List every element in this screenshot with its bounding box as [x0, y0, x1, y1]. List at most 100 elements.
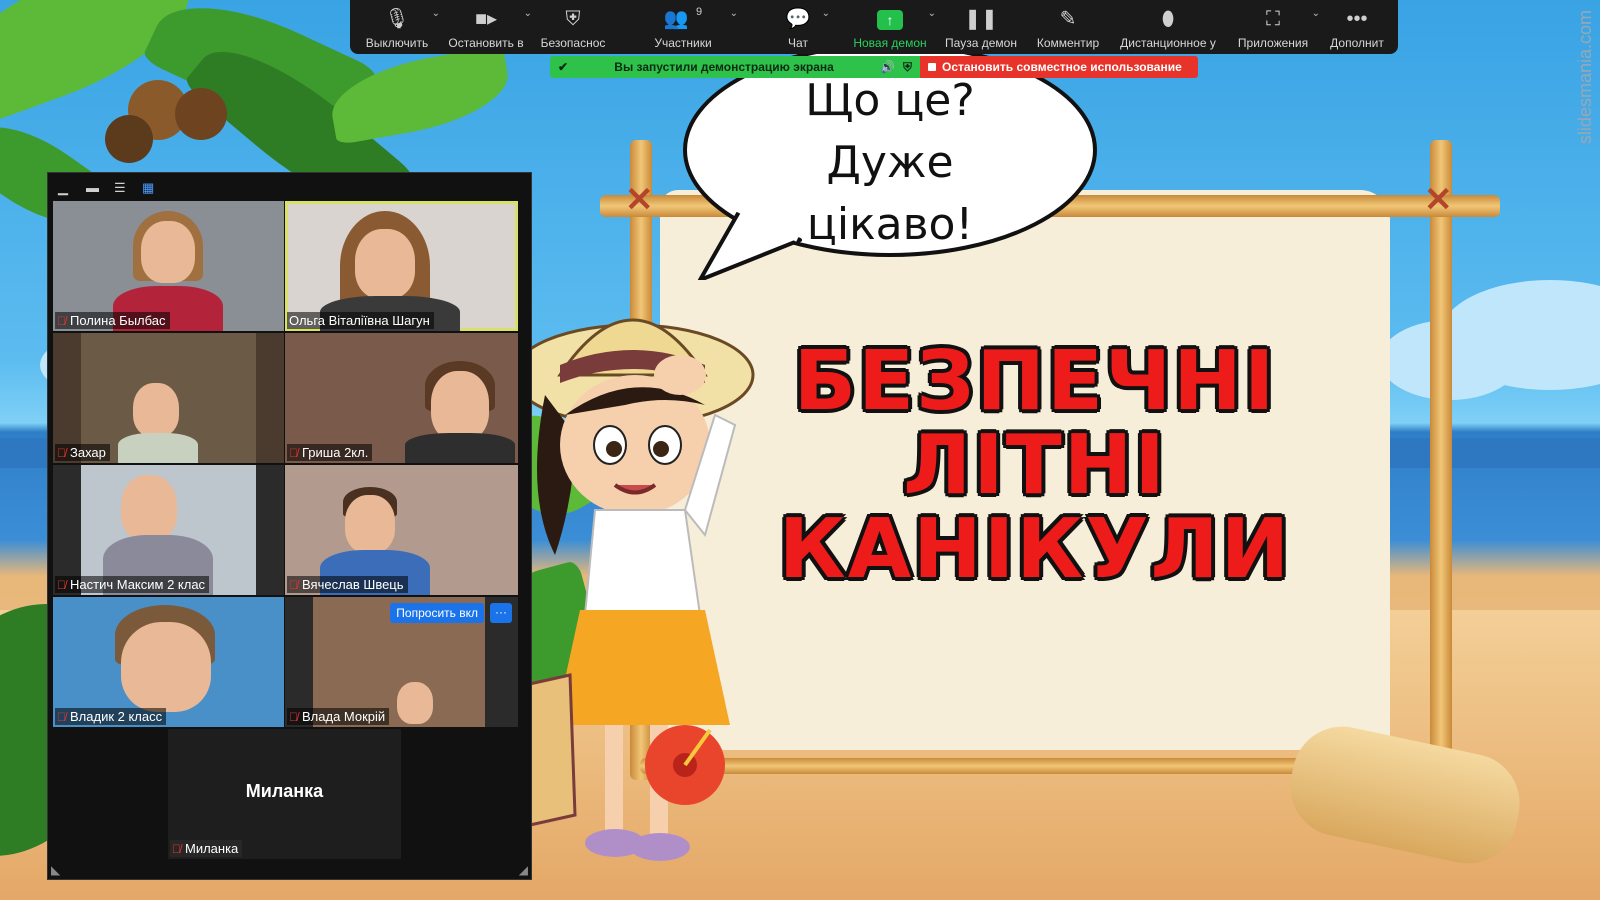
gallery-view-controls: ▁ ▬ ☰ ▦	[48, 173, 531, 203]
muted-mic-icon: 🎙̸	[289, 445, 298, 460]
participant-name: Владик 2 класс	[70, 709, 163, 724]
annotate-button[interactable]: ✎ Комментир	[1026, 0, 1110, 54]
muted-mic-icon: 🎙̸	[57, 709, 66, 724]
share-status-text: Вы запустили демонстрацию экрана	[614, 60, 834, 74]
participant-name: Настич Максим 2 клас	[70, 577, 206, 592]
remote-control-button[interactable]: ⬮ Дистанционное у	[1110, 0, 1226, 54]
new-share-label: Новая демон	[853, 36, 927, 50]
shield-icon: ⛨	[565, 8, 581, 30]
participant-body	[405, 433, 515, 463]
resize-handle-icon[interactable]: ◢	[519, 863, 528, 877]
muted-mic-icon: 🎙̸	[289, 709, 298, 724]
chat-label: Чат	[788, 36, 808, 50]
muted-mic-icon: 🎙̸	[289, 577, 298, 592]
stop-share-button[interactable]: Остановить совместное использование	[920, 56, 1198, 78]
audio-icon[interactable]: 🔊	[880, 60, 895, 74]
stop-video-label: Остановить в	[448, 36, 524, 50]
remote-control-label: Дистанционное у	[1120, 36, 1216, 50]
stop-video-button[interactable]: ■▸ ⌄ Остановить в	[440, 0, 532, 54]
chevron-down-icon[interactable]: ⌄	[524, 8, 532, 19]
video-tile[interactable]: 🎙̸ Полина Былбас	[53, 201, 284, 331]
more-button[interactable]: ••• Дополнит	[1320, 0, 1394, 54]
speaker-view-icon[interactable]: ☰	[114, 181, 128, 194]
participant-face	[397, 682, 433, 724]
gallery-view-window[interactable]: ▁ ▬ ☰ ▦ 🎙̸ Полина Былбас Ольга Віталіївн…	[47, 172, 532, 880]
apps-label: Приложения	[1237, 36, 1309, 50]
participant-name: Миланка	[185, 841, 239, 856]
gallery-view-icon[interactable]: ▦	[142, 181, 156, 194]
participant-name-label: 🎙̸ Настич Максим 2 клас	[55, 576, 210, 593]
security-label: Безопаснос	[540, 36, 606, 50]
video-tile[interactable]: 🎙̸ Настич Максим 2 клас	[53, 465, 284, 595]
rope-knot: ✕	[1424, 181, 1453, 219]
participant-name: Полина Былбас	[70, 313, 166, 328]
speech-bubble-text: Що це? Дуже цікаво!	[780, 70, 1000, 256]
participant-name: Гриша 2кл.	[302, 445, 369, 460]
video-tile[interactable]: Попросить вкл ··· 🎙̸ Влада Мокрій	[285, 597, 518, 727]
participant-face	[141, 221, 195, 283]
video-tile[interactable]: 🎙̸ Вячеслав Швець	[285, 465, 518, 595]
hibiscus-flower	[645, 725, 725, 805]
apps-button[interactable]: ⛶ ⌄ Приложения	[1226, 0, 1320, 54]
participant-face	[121, 622, 211, 712]
resize-handle-icon[interactable]: ◣	[51, 863, 60, 877]
share-status-bar: ✔ Вы запустили демонстрацию экрана 🔊 ⛨ О…	[550, 56, 1198, 78]
more-label: Дополнит	[1330, 36, 1384, 50]
pencil-icon: ✎	[1059, 8, 1077, 30]
annotate-label: Комментир	[1036, 36, 1100, 50]
new-share-button[interactable]: ↑ ⌄ Новая демон	[844, 0, 936, 54]
hide-video-icon[interactable]: ▬	[86, 181, 100, 194]
chat-button[interactable]: 💬 ⌄ Чат	[752, 0, 844, 54]
no-video-name: Миланка	[245, 781, 324, 801]
chevron-down-icon[interactable]: ⌄	[822, 8, 830, 19]
more-icon: •••	[1346, 8, 1368, 30]
participant-name-label: 🎙̸ Владик 2 класс	[55, 708, 167, 725]
watermark: slidesmania.com	[1575, 10, 1595, 145]
participant-face	[345, 495, 395, 553]
video-tile[interactable]: 🎙̸ Владик 2 класс	[53, 597, 284, 727]
video-tile[interactable]: 🎙̸ Гриша 2кл.	[285, 333, 518, 463]
slide-title: БЕЗПЕЧНІ ЛІТНІ КАНІКУЛИ	[770, 340, 1300, 592]
participants-button[interactable]: 👥 9 ⌄ Участники	[614, 0, 752, 54]
participant-name: Влада Мокрій	[302, 709, 386, 724]
pause-icon: ❚❚	[964, 8, 998, 30]
participant-name: Ольга Віталіївна Шагун	[289, 313, 430, 328]
apps-icon: ⛶	[1266, 8, 1280, 30]
security-button[interactable]: ⛨ Безопаснос	[532, 0, 614, 54]
participant-face	[133, 383, 179, 437]
rope-knot: ✕	[625, 181, 654, 219]
share-screen-icon: ↑	[877, 10, 903, 30]
chevron-down-icon[interactable]: ⌄	[730, 8, 738, 19]
pause-share-button[interactable]: ❚❚ Пауза демон	[936, 0, 1026, 54]
participant-face	[355, 229, 415, 299]
title-line: БЕЗПЕЧНІ	[793, 334, 1277, 429]
participants-label: Участники	[654, 36, 712, 50]
chevron-down-icon[interactable]: ⌄	[928, 8, 936, 19]
coconut	[175, 88, 227, 140]
video-tile[interactable]: 🎙̸ Захар	[53, 333, 284, 463]
video-tile-no-video[interactable]: Миланка 🎙̸ Миланка	[168, 729, 401, 859]
muted-mic-icon: 🎙̸	[57, 577, 66, 592]
mute-button[interactable]: 🎙 ⌄ Выключить	[354, 0, 440, 54]
chevron-down-icon[interactable]: ⌄	[1312, 8, 1320, 19]
muted-mic-icon: 🎙̸	[57, 445, 66, 460]
video-tile-active-speaker[interactable]: Ольга Віталіївна Шагун	[285, 201, 518, 331]
minimize-icon[interactable]: ▁	[58, 181, 72, 194]
mouse-icon: ⬮	[1161, 8, 1175, 30]
participant-name: Вячеслав Швець	[302, 577, 404, 592]
shield-check-icon[interactable]: ⛨	[903, 60, 912, 75]
meeting-toolbar: 🎙 ⌄ Выключить ■▸ ⌄ Остановить в ⛨ Безопа…	[350, 0, 1398, 54]
ask-to-unmute-button[interactable]: Попросить вкл	[390, 603, 484, 623]
bamboo-pole	[1430, 140, 1452, 780]
stop-share-label: Остановить совместное использование	[942, 60, 1182, 74]
title-line: ЛІТНІ	[903, 418, 1167, 513]
participant-name-label: 🎙̸ Миланка	[170, 840, 243, 857]
chevron-down-icon[interactable]: ⌄	[432, 8, 440, 19]
tile-more-button[interactable]: ···	[490, 603, 512, 623]
participant-face	[431, 371, 489, 441]
participants-count: 9	[696, 6, 703, 18]
bubble-line: Що це?	[805, 75, 975, 126]
participant-face	[121, 475, 177, 541]
muted-mic-icon: 🎙̸	[172, 841, 181, 856]
share-status[interactable]: ✔ Вы запустили демонстрацию экрана 🔊 ⛨	[550, 56, 920, 78]
